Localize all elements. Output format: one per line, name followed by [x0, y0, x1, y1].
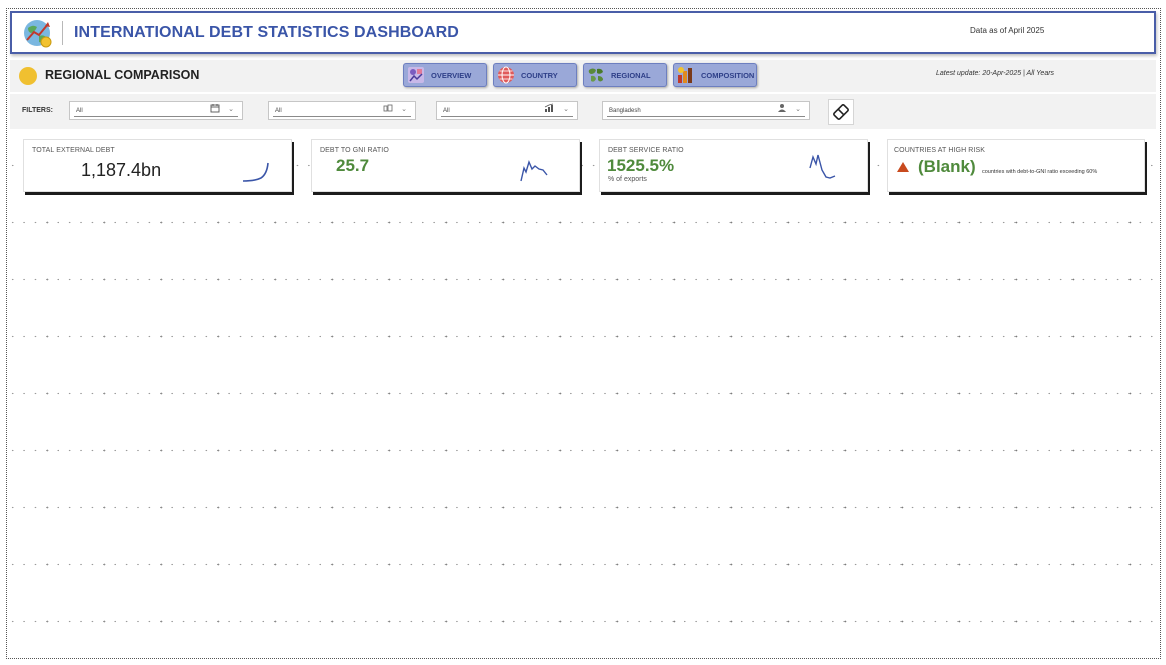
indicator-filter-dropdown[interactable]: All ⌄ — [436, 101, 578, 120]
globe-chart-logo-icon — [24, 20, 52, 48]
kpi-subtext: % of exports — [608, 176, 647, 183]
nav-regional-button[interactable]: REGIONAL — [583, 63, 667, 87]
bar-chart-icon — [544, 103, 554, 112]
section-dot-icon — [19, 67, 37, 85]
country-filter-dropdown[interactable]: Bangladesh ⌄ — [602, 101, 810, 120]
nav-overview-button[interactable]: OVERVIEW — [403, 63, 487, 87]
kpi-card-total-external-debt: TOTAL EXTERNAL DEBT 1,187.4bn — [23, 139, 292, 192]
kpi-label: DEBT SERVICE RATIO — [608, 147, 684, 154]
filters-bar: FILTERS: All ⌄ All ⌄ All ⌄ Bangladesh ⌄ — [10, 94, 1156, 129]
nav-composition-button[interactable]: COMPOSITION — [673, 63, 757, 87]
nav-country-button[interactable]: COUNTRY — [493, 63, 577, 87]
regional-map-icon — [588, 68, 603, 82]
nav-regional-label: REGIONAL — [611, 70, 651, 80]
indicator-filter-value: All — [443, 108, 450, 114]
chevron-down-icon: ⌄ — [401, 106, 407, 113]
kpi-value: 1525.5% — [607, 156, 675, 175]
year-filter-dropdown[interactable]: All ⌄ — [69, 101, 243, 120]
clear-filters-button[interactable] — [828, 99, 854, 125]
nav-composition-label: COMPOSITION — [701, 70, 755, 80]
kpi-value: 25.7 — [336, 156, 370, 175]
filters-label: FILTERS: — [22, 107, 53, 114]
country-filter-value: Bangladesh — [609, 108, 641, 114]
kpi-card-debt-to-gni: DEBT TO GNI RATIO 25.7 — [311, 139, 580, 192]
composition-icon — [678, 67, 692, 83]
page-title: REGIONAL COMPARISON — [45, 68, 200, 82]
calendar-icon — [210, 104, 220, 113]
globe-icon — [498, 66, 514, 84]
page-header: REGIONAL COMPARISON OVERVIEW COUNTRY REG… — [10, 60, 1156, 92]
kpi-label: TOTAL EXTERNAL DEBT — [32, 147, 115, 154]
kpi-label: COUNTRIES AT HIGH RISK — [894, 147, 986, 154]
chevron-down-icon: ⌄ — [563, 106, 569, 113]
sparkline-chart — [520, 159, 548, 182]
eraser-icon — [833, 104, 849, 120]
kpi-label: DEBT TO GNI RATIO — [320, 147, 389, 154]
title-bar: INTERNATIONAL DEBT STATISTICS DASHBOARD … — [10, 11, 1156, 54]
nav-country-label: COUNTRY — [521, 70, 558, 80]
data-date-note: Data as of April 2025 — [970, 26, 1045, 35]
person-icon — [778, 104, 786, 112]
kpi-card-debt-service-ratio: DEBT SERVICE RATIO 1525.5% % of exports — [599, 139, 868, 192]
kpi-value: (Blank) — [918, 157, 976, 176]
dashboard-title: INTERNATIONAL DEBT STATISTICS DASHBOARD — [74, 24, 459, 41]
income-group-filter-dropdown[interactable]: All ⌄ — [268, 101, 416, 120]
income-group-filter-value: All — [275, 108, 282, 114]
income-group-icon — [383, 104, 393, 112]
chevron-down-icon: ⌄ — [795, 106, 801, 113]
sparkline-chart — [809, 154, 836, 179]
kpi-card-countries-high-risk: COUNTRIES AT HIGH RISK (Blank) countries… — [887, 139, 1145, 192]
nav-overview-label: OVERVIEW — [431, 70, 472, 80]
title-separator — [62, 21, 63, 45]
latest-update-text: Latest update: 20-Apr-2025 | All Years — [936, 70, 1055, 77]
triangle-up-icon — [897, 162, 909, 172]
year-filter-value: All — [76, 108, 83, 114]
kpi-subtext: countries with debt-to-GNI ratio exceedi… — [982, 169, 1098, 175]
sparkline-chart — [242, 162, 269, 182]
overview-icon — [408, 67, 424, 83]
kpi-value: 1,187.4bn — [81, 160, 162, 180]
chevron-down-icon: ⌄ — [228, 106, 234, 113]
